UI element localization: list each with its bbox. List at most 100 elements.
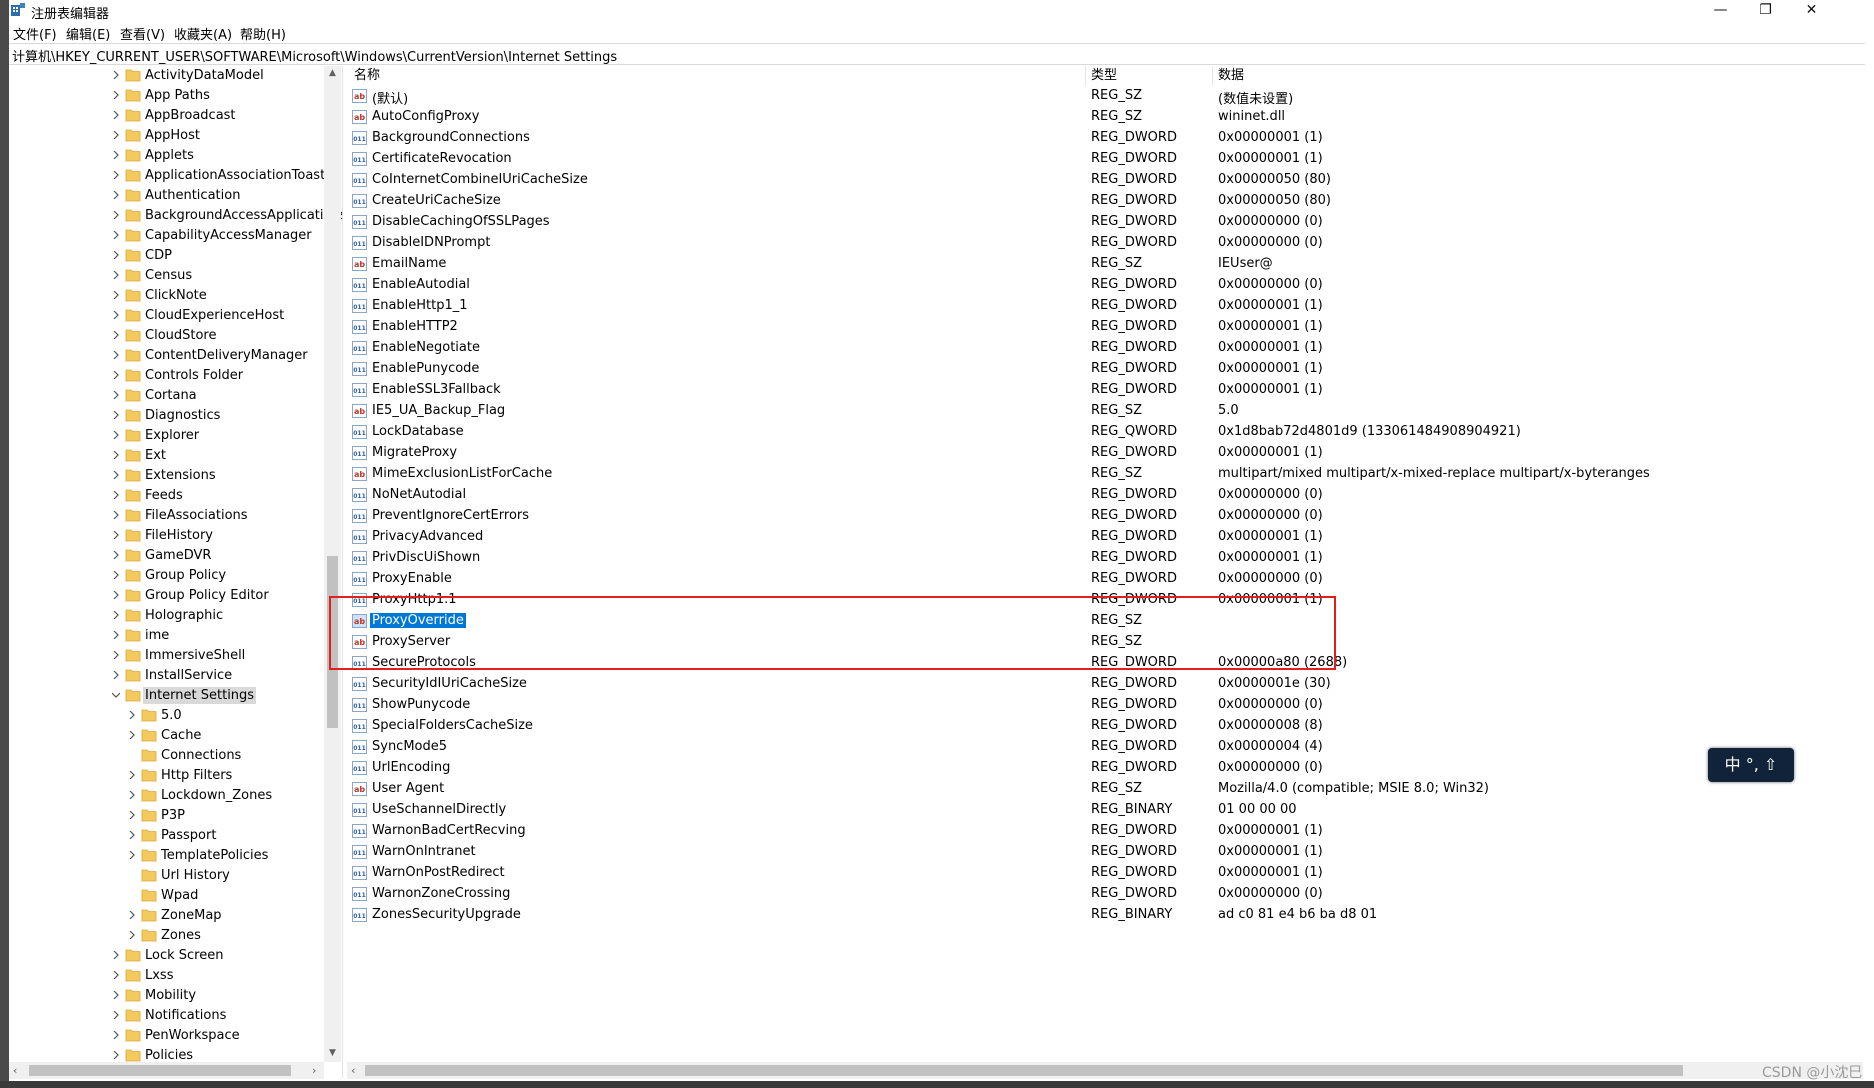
chevron-right-icon[interactable] xyxy=(112,391,120,399)
chevron-right-icon[interactable] xyxy=(128,831,136,839)
tree-item[interactable]: Applets xyxy=(9,146,329,166)
chevron-right-icon[interactable] xyxy=(112,451,120,459)
chevron-right-icon[interactable] xyxy=(112,1051,120,1059)
tree-item[interactable]: Authentication xyxy=(9,186,329,206)
chevron-right-icon[interactable] xyxy=(112,611,120,619)
tree-item[interactable]: Notifications xyxy=(9,1006,329,1026)
tree-item[interactable]: Wpad xyxy=(9,886,329,906)
value-row[interactable]: 011 SpecialFoldersCacheSize REG_DWORD 0x000… xyxy=(347,716,1865,737)
chevron-right-icon[interactable] xyxy=(112,111,120,119)
tree-item[interactable]: ApplicationAssociationToasts xyxy=(9,166,332,186)
tree-item[interactable]: CapabilityAccessManager xyxy=(9,226,329,246)
tree-item[interactable]: InstallService xyxy=(9,666,329,686)
value-row[interactable]: 011 EnableAutodial REG_DWORD 0x00000000 (0) xyxy=(347,275,1865,296)
value-row[interactable]: 011 EnableHTTP2 REG_DWORD 0x00000001 (1) xyxy=(347,317,1865,338)
chevron-right-icon[interactable] xyxy=(112,131,120,139)
scroll-right-arrow-icon[interactable]: › xyxy=(312,1064,316,1077)
chevron-right-icon[interactable] xyxy=(112,411,120,419)
menu-edit[interactable]: 编辑(E) xyxy=(66,24,110,43)
chevron-right-icon[interactable] xyxy=(112,491,120,499)
value-row[interactable]: 011 UseSchannelDirectly REG_BINARY 01 00 00… xyxy=(347,800,1865,821)
value-row[interactable]: 011 PreventIgnoreCertErrors REG_DWORD 0x000… xyxy=(347,506,1865,527)
chevron-right-icon[interactable] xyxy=(128,731,136,739)
value-row[interactable]: ab IE5_UA_Backup_Flag REG_SZ 5.0 xyxy=(347,401,1865,422)
tree-item[interactable]: TemplatePolicies xyxy=(9,846,329,866)
scroll-up-arrow-icon[interactable]: ▲ xyxy=(327,68,338,79)
chevron-right-icon[interactable] xyxy=(128,811,136,819)
column-header-type[interactable]: 类型 xyxy=(1091,66,1117,86)
tree-item[interactable]: Internet Settings xyxy=(9,686,329,706)
ime-toolbar[interactable]: 中 °, ⇧ xyxy=(1708,748,1794,782)
chevron-right-icon[interactable] xyxy=(112,951,120,959)
tree-item[interactable]: Diagnostics xyxy=(9,406,329,426)
value-row[interactable]: 011 MigrateProxy REG_DWORD 0x00000001 (1) xyxy=(347,443,1865,464)
chevron-right-icon[interactable] xyxy=(112,1031,120,1039)
chevron-right-icon[interactable] xyxy=(112,651,120,659)
chevron-right-icon[interactable] xyxy=(112,191,120,199)
tree-item[interactable]: ZoneMap xyxy=(9,906,329,926)
column-header-data[interactable]: 数据 xyxy=(1218,66,1244,86)
value-row[interactable]: 011 ZonesSecurityUpgrade REG_BINARY ad c0 8… xyxy=(347,905,1865,926)
value-row[interactable]: ab EmailName REG_SZ IEUser@ xyxy=(347,254,1865,275)
scroll-thumb[interactable] xyxy=(365,1065,1683,1076)
maximize-button[interactable]: ❐ xyxy=(1743,0,1788,22)
value-row[interactable]: 011 WarnOnIntranet REG_DWORD 0x00000001 (1) xyxy=(347,842,1865,863)
chevron-right-icon[interactable] xyxy=(112,971,120,979)
close-button[interactable]: ✕ xyxy=(1789,0,1834,22)
chevron-right-icon[interactable] xyxy=(128,851,136,859)
minimize-button[interactable]: — xyxy=(1698,0,1743,22)
key-tree[interactable]: ActivityDataModel App Paths AppBroadcast Ap… xyxy=(9,66,343,1078)
tree-item[interactable]: Extensions xyxy=(9,466,329,486)
column-separator[interactable] xyxy=(1085,66,1086,86)
tree-item[interactable]: ClickNote xyxy=(9,286,329,306)
menu-view[interactable]: 查看(V) xyxy=(120,24,165,43)
scroll-down-arrow-icon[interactable]: ▼ xyxy=(327,1048,338,1059)
tree-item[interactable]: Explorer xyxy=(9,426,329,446)
chevron-right-icon[interactable] xyxy=(112,471,120,479)
tree-horizontal-scrollbar[interactable]: ‹ › xyxy=(9,1062,324,1079)
tree-item[interactable]: Mobility xyxy=(9,986,329,1006)
value-row[interactable]: 011 CreateUriCacheSize REG_DWORD 0x00000050… xyxy=(347,191,1865,212)
chevron-right-icon[interactable] xyxy=(128,711,136,719)
tree-item[interactable]: Passport xyxy=(9,826,329,846)
value-row[interactable]: ab (默认) REG_SZ (数值未设置) xyxy=(347,86,1865,107)
chevron-right-icon[interactable] xyxy=(112,531,120,539)
tree-item[interactable]: Lock Screen xyxy=(9,946,329,966)
menu-file[interactable]: 文件(F) xyxy=(13,24,57,43)
tree-item[interactable]: 5.0 xyxy=(9,706,329,726)
value-row[interactable]: 011 LockDatabase REG_QWORD 0x1d8bab72d4801d… xyxy=(347,422,1865,443)
chevron-right-icon[interactable] xyxy=(112,251,120,259)
value-row[interactable]: 011 ProxyEnable REG_DWORD 0x00000000 (0) xyxy=(347,569,1865,590)
value-row[interactable]: 011 SecurityIdIUriCacheSize REG_DWORD 0x000… xyxy=(347,674,1865,695)
tree-item[interactable]: PenWorkspace xyxy=(9,1026,329,1046)
chevron-right-icon[interactable] xyxy=(128,791,136,799)
menu-help[interactable]: 帮助(H) xyxy=(240,24,286,43)
tree-item[interactable]: CloudExperienceHost xyxy=(9,306,329,326)
tree-item[interactable]: Lockdown_Zones xyxy=(9,786,329,806)
tree-item[interactable]: Connections xyxy=(9,746,329,766)
tree-item[interactable]: FileHistory xyxy=(9,526,329,546)
scroll-thumb[interactable] xyxy=(29,1065,291,1076)
value-row[interactable]: 011 WarnonBadCertRecving REG_DWORD 0x000000… xyxy=(347,821,1865,842)
tree-item[interactable]: BackgroundAccessApplications xyxy=(9,206,342,226)
tree-item[interactable]: AppBroadcast xyxy=(9,106,329,126)
value-row[interactable]: 011 EnableSSL3Fallback REG_DWORD 0x00000001… xyxy=(347,380,1865,401)
chevron-right-icon[interactable] xyxy=(128,931,136,939)
chevron-right-icon[interactable] xyxy=(112,991,120,999)
value-row[interactable]: 011 NoNetAutodial REG_DWORD 0x00000000 (0) xyxy=(347,485,1865,506)
value-row[interactable]: 011 WarnonZoneCrossing REG_DWORD 0x00000000… xyxy=(347,884,1865,905)
tree-item[interactable]: Feeds xyxy=(9,486,329,506)
tree-item[interactable]: GameDVR xyxy=(9,546,329,566)
value-row[interactable]: ab User Agent REG_SZ Mozilla/4.0 (compatibl… xyxy=(347,779,1865,800)
menu-favorites[interactable]: 收藏夹(A) xyxy=(174,24,232,43)
tree-item[interactable]: Census xyxy=(9,266,329,286)
tree-item[interactable]: Lxss xyxy=(9,966,329,986)
chevron-right-icon[interactable] xyxy=(112,631,120,639)
column-separator[interactable] xyxy=(1212,66,1213,86)
column-header-name[interactable]: 名称 xyxy=(354,66,380,86)
value-row[interactable]: 011 SyncMode5 REG_DWORD 0x00000004 (4) xyxy=(347,737,1865,758)
tree-item[interactable]: ContentDeliveryManager xyxy=(9,346,329,366)
value-row[interactable]: 011 WarnOnPostRedirect REG_DWORD 0x00000001… xyxy=(347,863,1865,884)
scroll-left-arrow-icon[interactable]: ‹ xyxy=(13,1064,17,1077)
tree-item[interactable]: ime xyxy=(9,626,329,646)
